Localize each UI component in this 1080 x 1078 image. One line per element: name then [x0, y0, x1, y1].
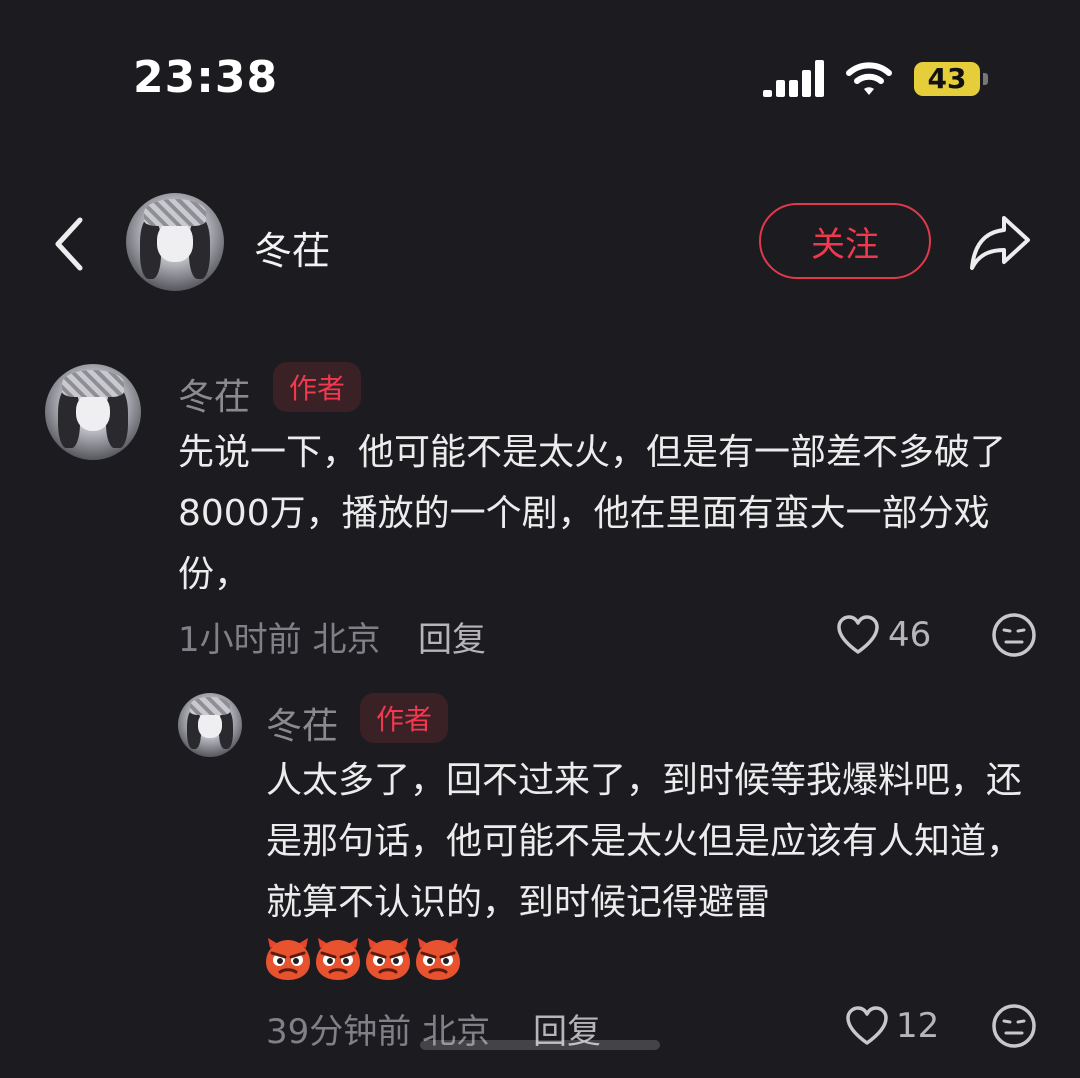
author-badge: 作者	[360, 693, 448, 743]
emoji-reaction-icon[interactable]	[991, 612, 1037, 658]
commenter-avatar[interactable]	[45, 364, 141, 460]
devil-emoji-icon	[416, 938, 460, 980]
home-indicator	[420, 1040, 660, 1050]
reply-text: 人太多了，回不过来了，到时候等我爆料吧，还是那句话，他可能不是太火但是应该有人知…	[266, 760, 1023, 923]
devil-emoji-icon	[266, 938, 310, 980]
devil-emoji-icon	[316, 938, 360, 980]
devil-emoji-row	[264, 934, 462, 982]
author-badge: 作者	[273, 362, 361, 412]
comment-time-location: 1小时前 北京	[178, 620, 381, 660]
comment-text: 先说一下，他可能不是太火，但是有一部差不多破了8000万，播放的一个剧，他在里面…	[178, 432, 1007, 595]
like-count: 46	[888, 615, 932, 655]
back-chevron-icon[interactable]	[50, 214, 90, 274]
heart-icon[interactable]	[845, 1006, 889, 1046]
heart-icon[interactable]	[836, 615, 880, 655]
commenter-name[interactable]: 冬茌	[178, 368, 250, 420]
status-icons: 43	[763, 60, 988, 97]
reply-button[interactable]: 回复	[418, 612, 486, 661]
emoji-reaction-icon[interactable]	[991, 1003, 1037, 1049]
comment-page: 23:38 43 冬茌 关注 冬茌 作者 先说一下，他可能不是太火，但是有一部差…	[0, 0, 1080, 1078]
like-count: 12	[896, 1006, 940, 1046]
share-icon[interactable]	[968, 212, 1032, 272]
wifi-icon	[846, 61, 892, 97]
follow-button[interactable]: 关注	[759, 203, 931, 279]
devil-emoji-icon	[366, 938, 410, 980]
header-username[interactable]: 冬茌	[254, 220, 330, 275]
header-avatar[interactable]	[126, 193, 224, 291]
battery-level: 43	[914, 61, 980, 96]
status-time: 23:38	[133, 52, 279, 103]
battery-icon: 43	[914, 61, 988, 96]
reply-username[interactable]: 冬茌	[266, 697, 338, 749]
cellular-signal-icon	[763, 60, 824, 97]
reply-avatar[interactable]	[178, 693, 242, 757]
